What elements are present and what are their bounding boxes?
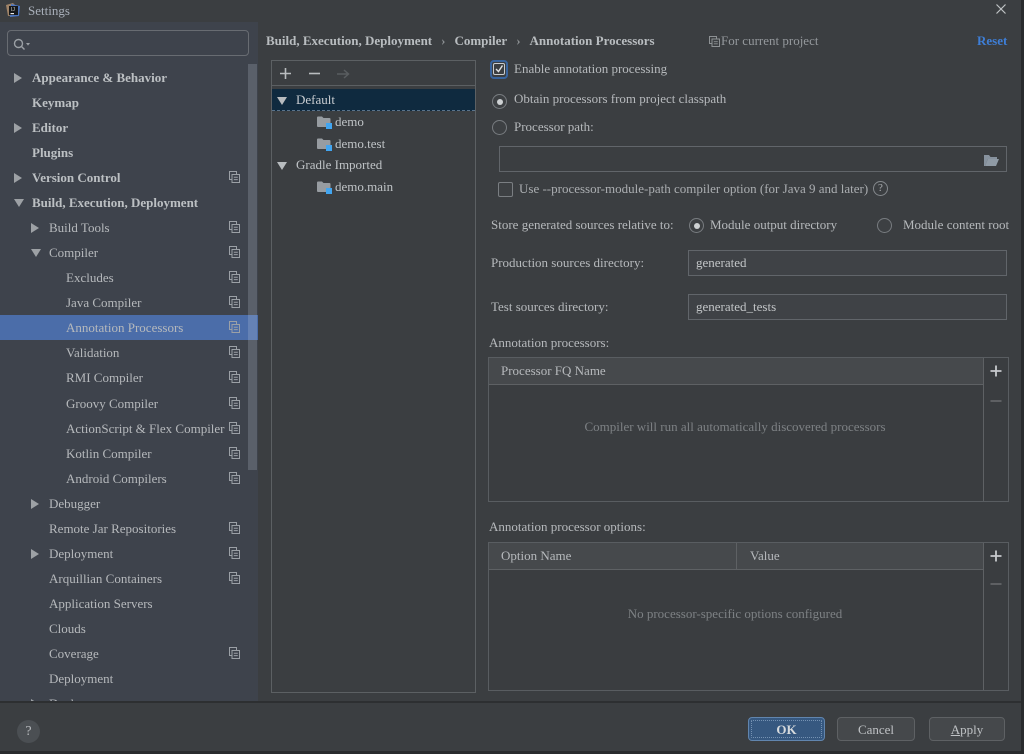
svg-text:IJ: IJ bbox=[11, 7, 15, 13]
